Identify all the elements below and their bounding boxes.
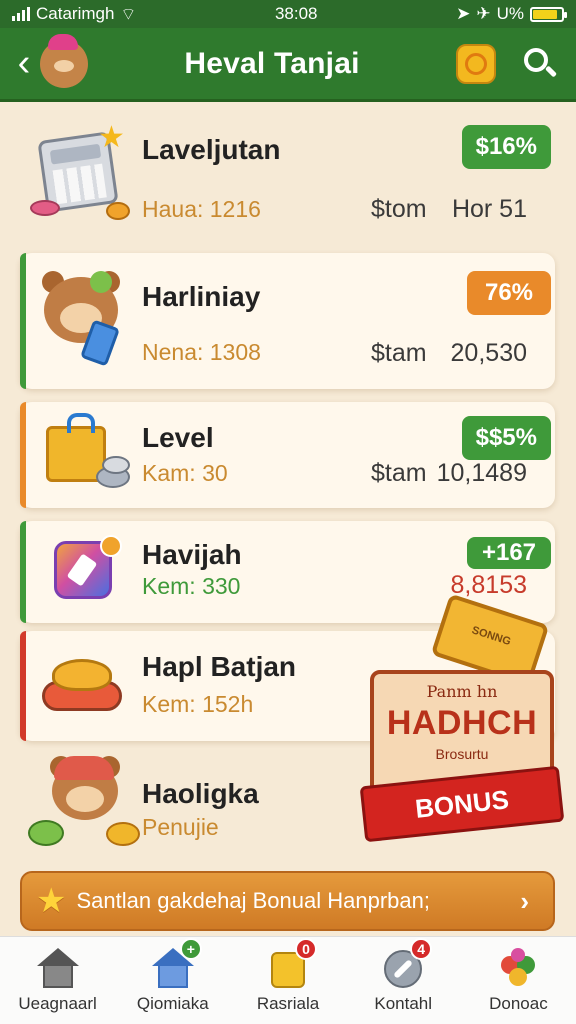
battery-icon <box>529 6 567 22</box>
status-badge: $16% <box>461 125 551 169</box>
store-icon: + <box>151 937 202 990</box>
promo-text: Santlan gakdehaj Bonual Hanprban; <box>76 888 430 913</box>
card-title: Level <box>142 422 214 453</box>
card-accent <box>20 631 26 741</box>
card-accent <box>20 253 26 389</box>
card-accent <box>20 402 26 508</box>
battery-percent: U% <box>496 4 524 23</box>
status-left: Catarimgh ⌔ <box>12 4 136 25</box>
status-badge: +167 <box>467 537 551 569</box>
nav-label: Donoac <box>489 993 548 1013</box>
coin-icon <box>465 52 487 75</box>
list-item[interactable]: Harliniay Nena: 1308 $tam 20,530 76% <box>20 253 555 389</box>
nav-label: Kontahl <box>374 993 433 1013</box>
status-badge: 76% <box>467 271 551 315</box>
bag-icon <box>36 406 132 498</box>
app-tile-icon <box>36 521 132 613</box>
wifi-icon: ⌔ <box>120 4 137 24</box>
star-icon: ★ <box>36 882 67 920</box>
note-icon: 0 <box>267 937 317 990</box>
calculator-icon: ★ <box>30 121 132 220</box>
card-right-value: 20,530 <box>450 339 527 367</box>
nav-label: Qiomiaka <box>136 993 209 1013</box>
card-subtitle: Kam: 30 <box>142 460 228 486</box>
bonus-ribbon-label: BONUS <box>413 783 511 824</box>
promo-banner[interactable]: ★ Santlan gakdehaj Bonual Hanprban; › <box>20 871 555 931</box>
search-button[interactable] <box>518 42 562 86</box>
nav-badge: + <box>179 937 202 960</box>
status-badge: $$5% <box>461 416 551 460</box>
bluetooth-icon: ✈ <box>476 4 491 23</box>
nav-item-store[interactable]: + Qiomiaka <box>115 937 230 1024</box>
nav-badge: 4 <box>410 937 433 960</box>
card-title: Laveljutan <box>142 134 281 165</box>
back-button[interactable]: ‹ <box>6 40 42 88</box>
nav-badge: 0 <box>295 937 317 960</box>
card-subtitle: Nena: 1308 <box>142 339 261 365</box>
card-subtitle: Haua: 1216 <box>142 196 261 222</box>
nav-item-more[interactable]: Donoac <box>461 937 576 1024</box>
bear-coins-icon <box>28 756 140 848</box>
bonus-banner[interactable]: SONNG Panm hn HADHCH Brosurtu BONUS <box>359 593 565 860</box>
wrench-icon: 4 <box>382 937 433 990</box>
page-title: Heval Tanjai <box>184 46 360 80</box>
card-subtitle: Kem: 152h <box>142 691 254 717</box>
nav-label: Ueagnaarl <box>18 993 97 1013</box>
card-right-value: Hor 51 <box>451 195 527 223</box>
nav-item-rewards[interactable]: 0 Rasriala <box>230 937 345 1024</box>
buzzer-icon <box>36 637 132 729</box>
flower-icon <box>497 947 539 990</box>
status-bar: Catarimgh ⌔ 38:08 ➤ ✈ U% <box>0 0 576 28</box>
card-subtitle: Penujie <box>142 814 219 840</box>
card-mid-value: $tam <box>371 339 427 367</box>
search-icon <box>524 47 548 72</box>
card-subtitle: Kem: 330 <box>142 573 241 599</box>
signal-icon <box>12 7 30 21</box>
card-title: Havijah <box>142 539 242 570</box>
card-right-value: 10,1489 <box>436 459 527 487</box>
list-item[interactable]: Level Kam: 30 $tam 10,1489 $$5% <box>20 402 555 508</box>
coin-button[interactable] <box>456 43 496 84</box>
ticket-label: SONNG <box>470 624 513 649</box>
app-header: ‹ Heval Tanjai <box>0 28 576 102</box>
list-item[interactable]: ★ Laveljutan Haua: 1216 $tom Hor 51 $16% <box>20 116 555 240</box>
location-icon: ➤ <box>456 4 471 23</box>
card-right-value: 8,8153 <box>450 571 527 599</box>
chevron-right-icon: › <box>520 885 529 916</box>
card-title: Haoligka <box>142 778 259 809</box>
nav-item-home[interactable]: Ueagnaarl <box>0 937 115 1024</box>
card-mid-value: $tam <box>371 459 427 487</box>
carrier-name: Catarimgh <box>36 4 115 23</box>
card-accent <box>20 521 26 623</box>
nav-item-contacts[interactable]: 4 Kontahl <box>346 937 461 1024</box>
nav-label: Rasriala <box>256 993 320 1013</box>
bottom-nav: Ueagnaarl + Qiomiaka 0 Rasriala 4 Kontah… <box>0 936 576 1024</box>
bonus-headline: HADHCH <box>386 704 538 742</box>
card-title: Hapl Batjan <box>142 651 297 682</box>
bonus-small-text: Brosurtu <box>435 746 489 762</box>
bear-icon <box>36 267 132 367</box>
bonus-top-text: Panm hn <box>426 682 498 701</box>
card-mid-value: $tom <box>371 195 427 223</box>
clock: 38:08 <box>274 4 318 23</box>
mascot-avatar[interactable] <box>40 33 88 88</box>
home-icon <box>36 947 79 990</box>
card-title: Harliniay <box>142 281 261 312</box>
status-right: ➤ ✈ U% <box>456 4 567 24</box>
